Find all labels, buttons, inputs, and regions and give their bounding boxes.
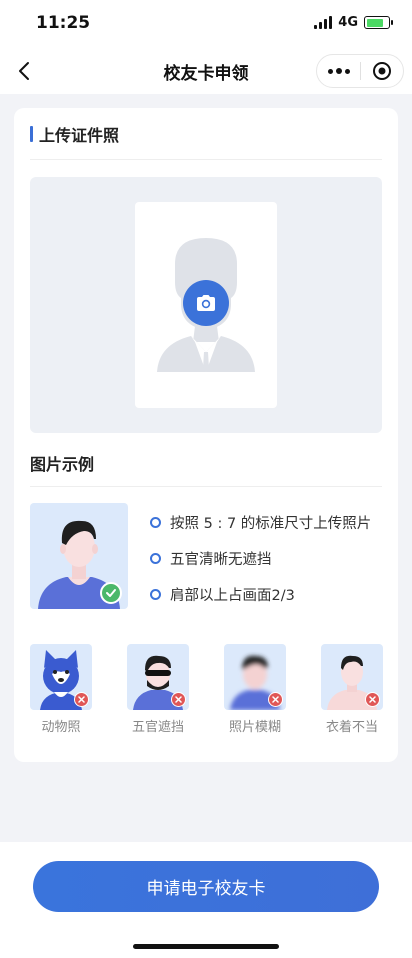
bad-example-blurry: 照片模糊	[224, 644, 286, 735]
section-header: 上传证件照	[30, 124, 120, 145]
upload-card: 上传证件照 图片示例 按照 5: 7 的标准尺寸上传照片 五官清晰无遮挡 肩部…	[14, 108, 398, 762]
more-button[interactable]	[317, 55, 360, 87]
network-type: 4G	[338, 15, 358, 30]
target-close-icon	[372, 62, 391, 80]
bullet-icon	[150, 589, 161, 600]
signal-icon	[314, 16, 333, 29]
section-accent-bar	[30, 126, 33, 142]
apply-card-button[interactable]: 申请电子校友卡	[33, 861, 379, 912]
photo-upload-area[interactable]	[30, 177, 382, 433]
mini-program-capsule	[316, 54, 404, 88]
list-item: 按照 5 : 7 的标准尺寸上传照片	[150, 512, 371, 533]
bullet-icon	[150, 517, 161, 528]
example-section-title: 图片示例	[30, 455, 95, 474]
cross-icon	[365, 692, 380, 707]
bad-example-label: 照片模糊	[228, 720, 281, 735]
nav-bar: 校友卡申领	[0, 48, 412, 94]
bad-example-covered: 五官遮挡	[127, 644, 189, 735]
battery-icon	[364, 16, 393, 29]
bad-example-thumb	[30, 644, 92, 710]
check-icon	[100, 582, 122, 604]
section-title: 上传证件照	[39, 126, 120, 145]
bad-example-label: 五官遮挡	[131, 720, 184, 735]
home-indicator	[133, 944, 279, 949]
more-dot-icon	[327, 68, 333, 74]
requirement-text: 按照 5 : 7 的标准尺寸上传照片	[170, 516, 372, 532]
divider	[30, 486, 382, 487]
cross-icon	[171, 692, 186, 707]
bullet-icon	[150, 553, 161, 564]
requirement-list: 按照 5 : 7 的标准尺寸上传照片 五官清晰无遮挡 肩部以上占画面2/3	[150, 512, 371, 620]
camera-icon	[197, 295, 215, 311]
list-item: 肩部以上占画面2/3	[150, 584, 371, 605]
bad-example-thumb	[224, 644, 286, 710]
camera-button[interactable]	[183, 280, 229, 326]
status-indicators: 4G	[314, 15, 393, 30]
list-item: 五官清晰无遮挡	[150, 548, 371, 569]
bad-example-animal: 动物照	[30, 644, 92, 735]
bad-example-label: 衣着不当	[325, 720, 378, 735]
cross-icon	[268, 692, 283, 707]
bad-example-thumb	[127, 644, 189, 710]
status-bar: 11:25 4G	[0, 0, 412, 48]
requirement-text: 五官清晰无遮挡	[170, 552, 272, 568]
photo-placeholder[interactable]	[135, 202, 277, 408]
bad-example-clothing: 衣着不当	[321, 644, 383, 735]
more-dot-icon	[344, 68, 350, 74]
bad-example-label: 动物照	[41, 720, 81, 735]
cross-icon	[74, 692, 89, 707]
divider	[30, 159, 382, 160]
requirement-text: 肩部以上占画面2/3	[170, 588, 295, 604]
status-time: 11:25	[36, 13, 91, 33]
close-button[interactable]	[361, 55, 403, 87]
bottom-action-bar: 申请电子校友卡	[0, 842, 412, 958]
bad-example-thumb	[321, 644, 383, 710]
battery-level	[366, 18, 383, 27]
more-dot-icon	[335, 68, 342, 74]
